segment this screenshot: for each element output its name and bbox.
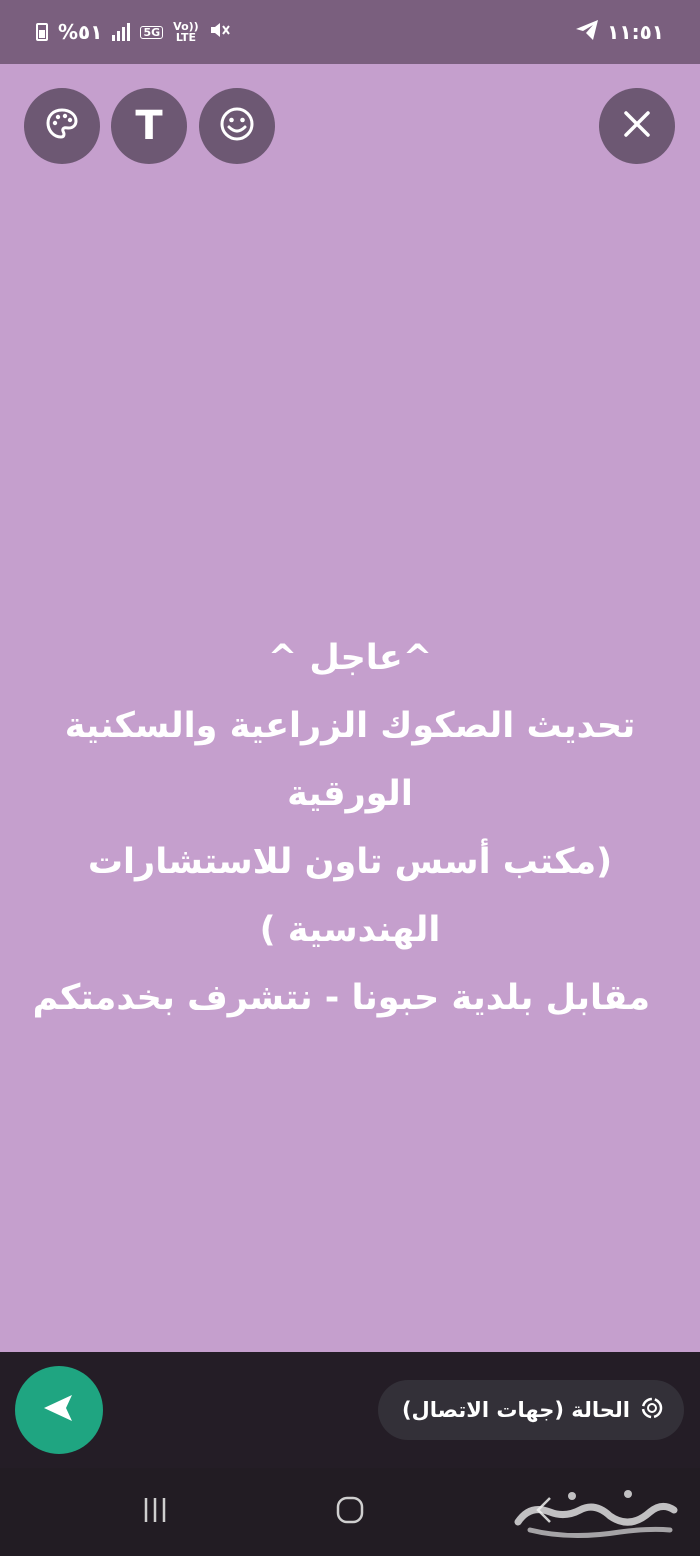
status-text-line: تحديث الصكوك الزراعية والسكنية [64,706,636,746]
palette-icon [44,106,80,146]
status-canvas: T ^عاجل ^ تحديث الصكوك الزراعية والسكنية… [0,64,700,1352]
status-text-line: الهندسية ) [259,910,441,950]
home-icon [334,1494,366,1530]
status-text-line: ^عاجل ^ [267,638,433,678]
palette-button[interactable] [24,88,100,164]
close-button[interactable] [599,88,675,164]
telegram-icon [575,19,599,46]
text-tool-button[interactable]: T [111,88,187,164]
watermark-logo-icon [510,1478,680,1546]
volte-indicator: Vo)) LTE [173,20,199,44]
composer-panel: الحالة (جهات الاتصال) [0,1352,700,1468]
recents-icon [140,1495,170,1529]
clock: ١١:٥١ [607,20,664,44]
status-ring-icon [640,1396,664,1425]
status-text-line: مقابل بلدية حبونا - نتشرف بخدمتكم [32,978,650,1018]
home-button[interactable] [315,1468,385,1556]
send-icon [42,1393,76,1427]
status-text-line: (مكتب أسس تاون للاستشارات [87,842,613,882]
close-icon [622,109,652,143]
emoji-button[interactable] [199,88,275,164]
status-bar-left: %٥١ 5G Vo)) LTE [36,0,231,64]
navigation-bar [0,1468,700,1556]
status-bar: %٥١ 5G Vo)) LTE ١١:٥١ [0,0,700,64]
smiley-icon [218,105,256,147]
mute-icon [209,20,231,45]
text-tool-label: T [135,103,163,149]
status-text[interactable]: ^عاجل ^ تحديث الصكوك الزراعية والسكنية ا… [32,624,650,1032]
recents-button[interactable] [120,1468,190,1556]
network-5g-indicator: 5G [140,25,164,39]
status-text-line: الورقية [287,774,413,814]
battery-icon [36,23,48,41]
status-bar-right: ١١:٥١ [575,0,664,64]
battery-percent: %٥١ [58,20,103,44]
audience-selector[interactable]: الحالة (جهات الاتصال) [377,1380,684,1440]
audience-label: الحالة (جهات الاتصال) [401,1398,630,1422]
send-button[interactable] [15,1366,103,1454]
signal-icon [112,23,131,41]
